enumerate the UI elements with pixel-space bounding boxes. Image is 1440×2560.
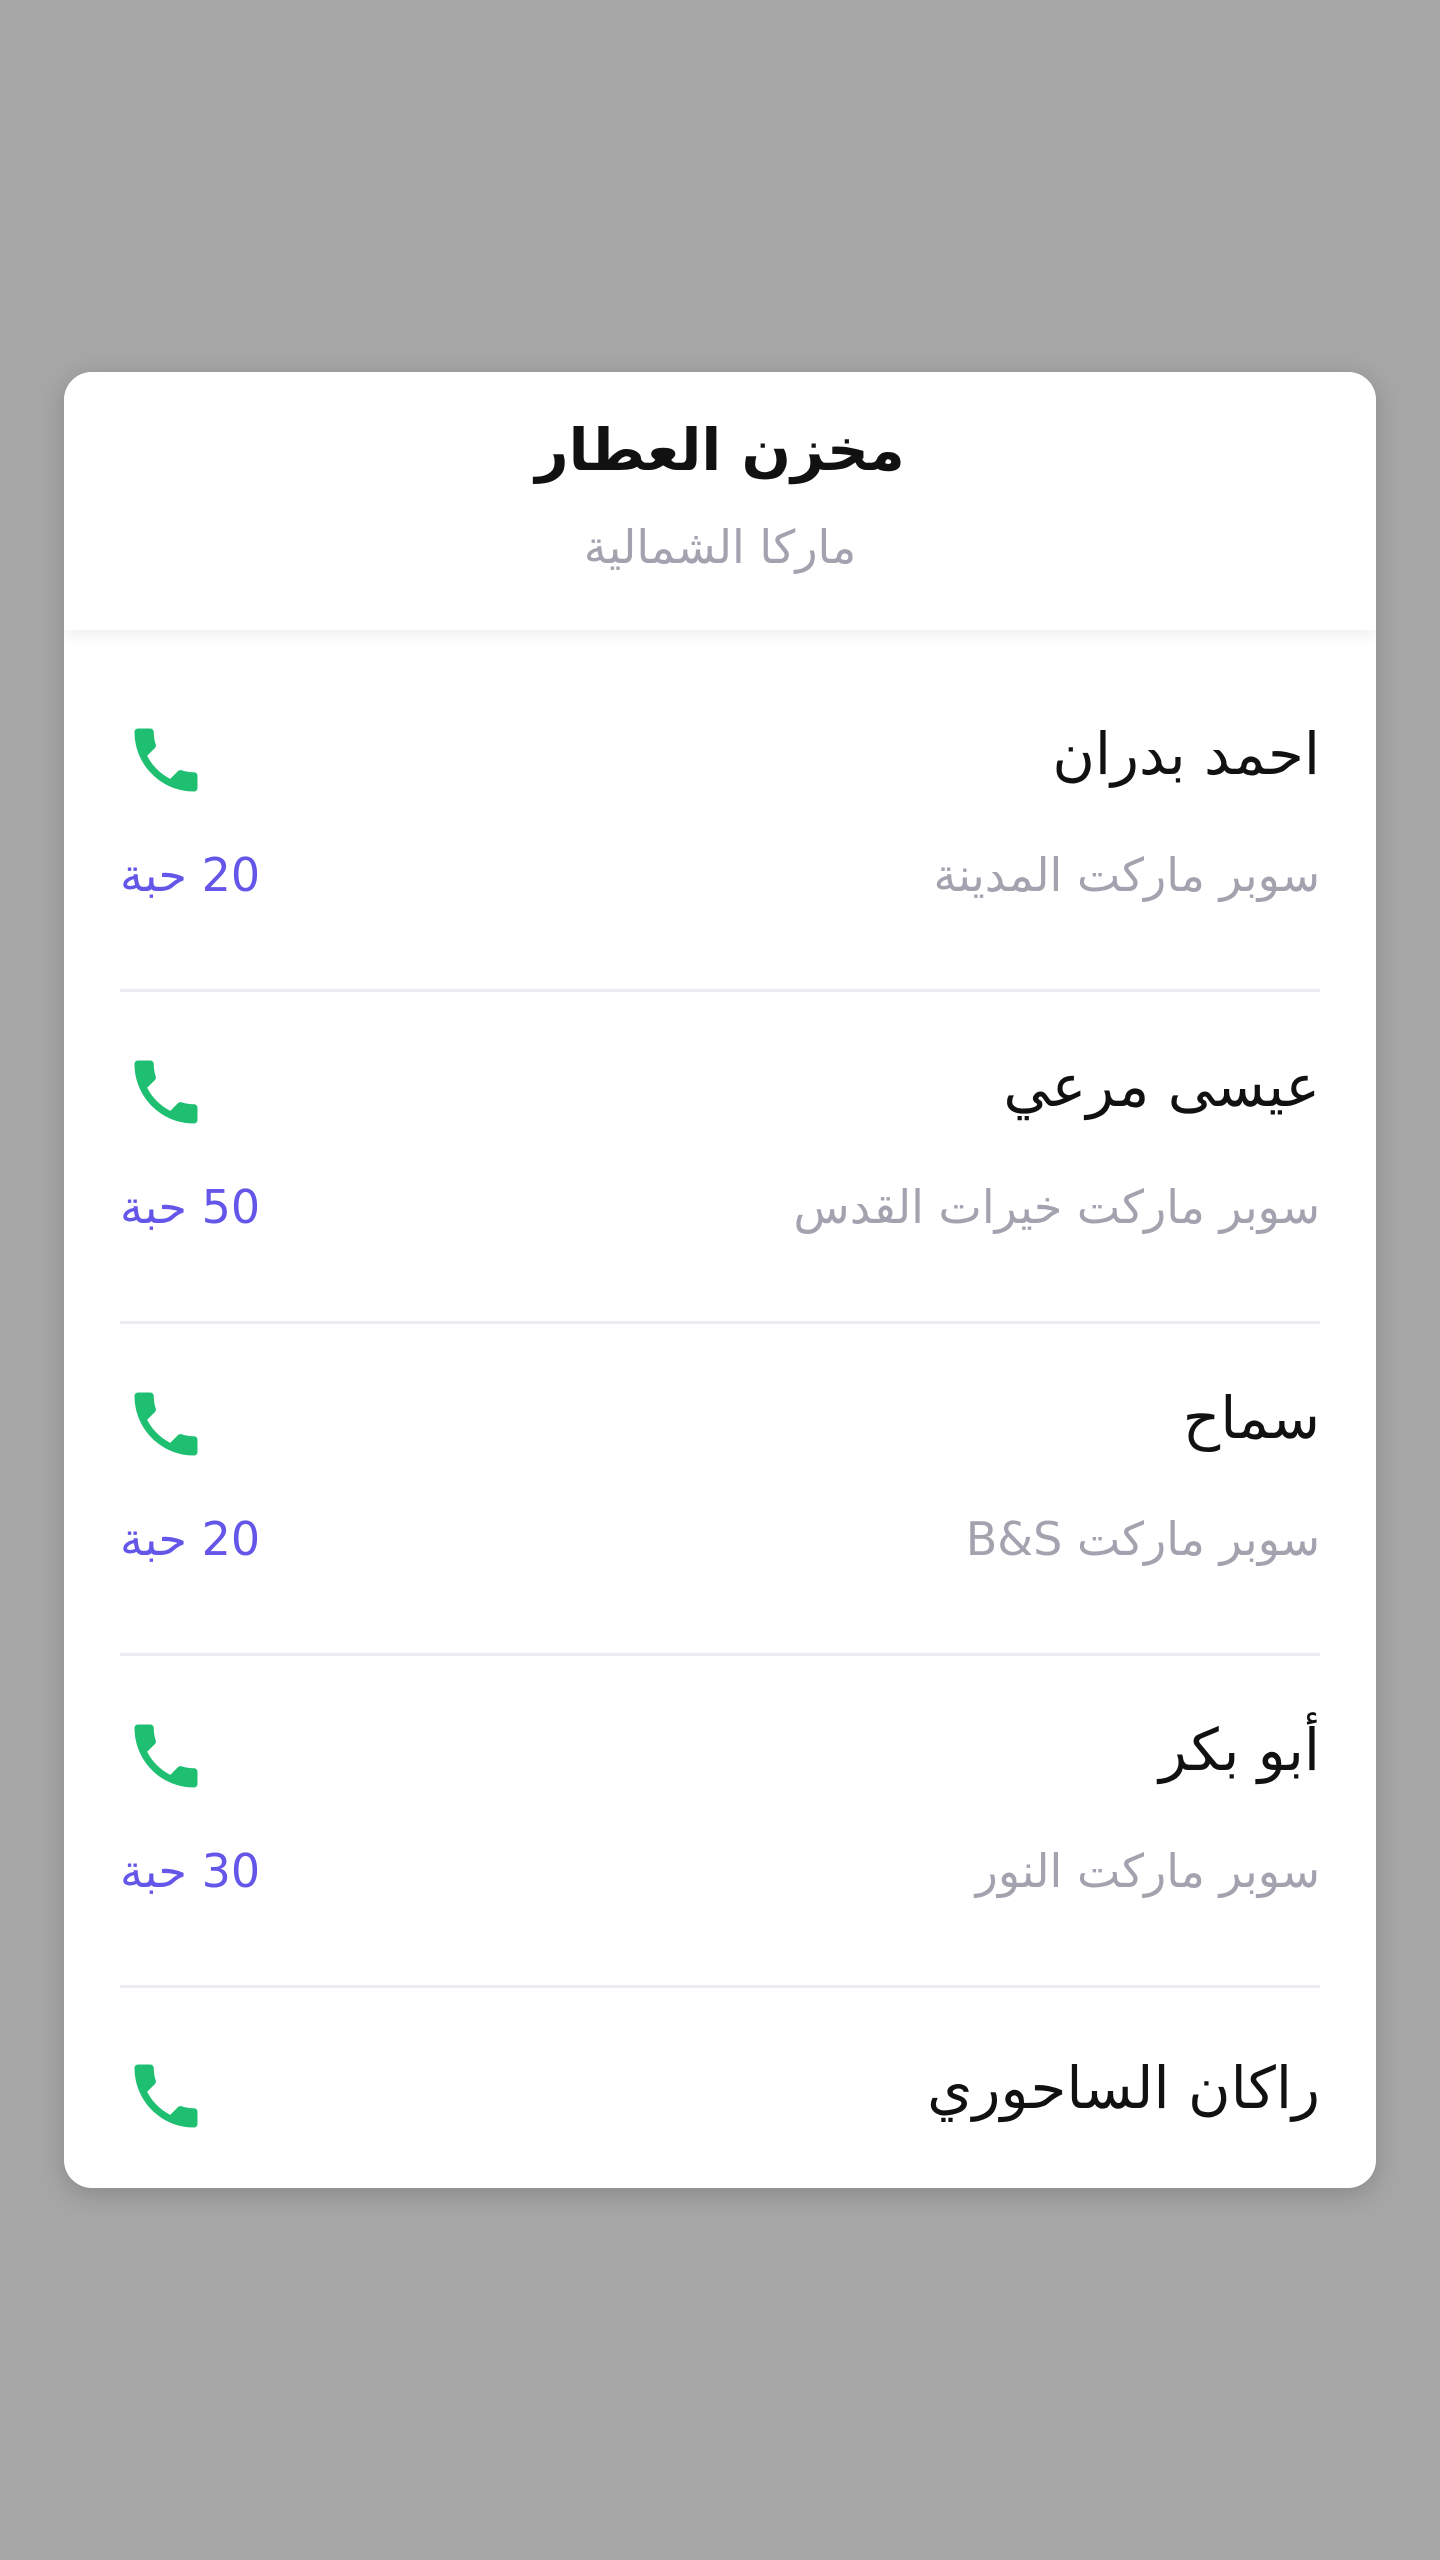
- contact-name: سماح: [1182, 1384, 1320, 1452]
- quantity-label: 50 حبة: [120, 1180, 261, 1234]
- call-button[interactable]: [124, 2054, 208, 2138]
- phone-icon: [134, 2064, 198, 2128]
- store-name: سوبر ماركت النور: [975, 1844, 1320, 1898]
- contacts-list: احمد بدران سوبر ماركت المدينة 20 حبة عيس…: [120, 630, 1320, 2188]
- contact-name: راكان الساحوري: [927, 2054, 1320, 2122]
- contact-name: احمد بدران: [1052, 720, 1320, 788]
- call-button[interactable]: [124, 1714, 208, 1798]
- contacts-dialog: مخزن العطار ماركا الشمالية احمد بدران سو…: [64, 372, 1376, 2188]
- phone-icon: [134, 728, 198, 792]
- call-button[interactable]: [124, 1050, 208, 1134]
- quantity-label: 20 حبة: [120, 1512, 261, 1566]
- store-name: سوبر ماركت المدينة: [933, 848, 1320, 902]
- quantity-label: 20 حبة: [120, 848, 261, 902]
- phone-icon: [134, 1724, 198, 1788]
- contact-name: أبو بكر: [1159, 1716, 1320, 1784]
- contact-name: عيسى مرعي: [1003, 1052, 1320, 1120]
- dialog-header: مخزن العطار ماركا الشمالية: [64, 372, 1376, 630]
- dialog-title: مخزن العطار: [535, 416, 905, 484]
- call-button[interactable]: [124, 1382, 208, 1466]
- list-item: أبو بكر سوبر ماركت النور 30 حبة: [120, 1656, 1320, 1988]
- store-name: سوبر ماركت B&S: [965, 1512, 1320, 1566]
- list-item: احمد بدران سوبر ماركت المدينة 20 حبة: [120, 630, 1320, 992]
- phone-icon: [134, 1392, 198, 1456]
- quantity-label: 30 حبة: [120, 1844, 261, 1898]
- list-item: عيسى مرعي سوبر ماركت خيرات القدس 50 حبة: [120, 992, 1320, 1324]
- list-item: راكان الساحوري: [120, 1988, 1320, 2188]
- call-button[interactable]: [124, 718, 208, 802]
- dialog-subtitle: ماركا الشمالية: [583, 520, 857, 574]
- store-name: سوبر ماركت خيرات القدس: [793, 1180, 1320, 1234]
- list-item: سماح سوبر ماركت B&S 20 حبة: [120, 1324, 1320, 1656]
- phone-icon: [134, 1060, 198, 1124]
